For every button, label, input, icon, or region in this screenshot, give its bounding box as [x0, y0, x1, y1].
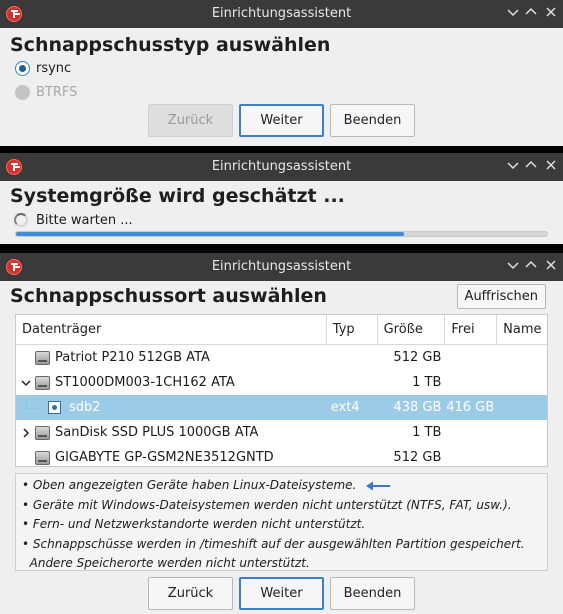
cell-free	[445, 345, 497, 370]
hard-drive-icon	[35, 450, 50, 465]
window-title: Einrichtungsassistent	[211, 159, 352, 174]
device-name: Patriot P210 512GB ATA	[55, 350, 210, 365]
cell-name	[497, 445, 547, 470]
title-bar: Einrichtungsassistent	[0, 253, 563, 281]
cell-device: SanDisk SSD PLUS 1000GB ATA	[16, 420, 327, 445]
minimize-chevron-icon[interactable]	[505, 258, 521, 274]
finish-button[interactable]: Beenden	[330, 577, 415, 610]
cell-size: 438 GB	[393, 400, 442, 415]
maximize-chevron-icon[interactable]	[523, 258, 539, 274]
hard-drive-icon	[35, 425, 50, 440]
cell-free: 416 GB	[446, 400, 495, 415]
column-header-device[interactable]: Datenträger	[16, 315, 327, 345]
cell-free	[445, 445, 497, 470]
cell-size: 1 TB	[412, 375, 442, 390]
note-line: • Oben angezeigten Geräte haben Linux-Da…	[22, 476, 541, 496]
tree-connector	[26, 395, 40, 409]
cell-type	[327, 370, 378, 395]
window-title: Einrichtungsassistent	[211, 6, 352, 21]
table-row[interactable]: SanDisk SSD PLUS 1000GB ATA 1 TB	[16, 420, 547, 445]
table-row[interactable]: GIGABYTE GP-GSM2NE3512GNTD 512 GB	[16, 445, 547, 470]
title-bar: Einrichtungsassistent	[0, 0, 563, 28]
radio-option-btrfs: BTRFS	[0, 80, 563, 104]
wizard-window-estimating: Einrichtungsassistent Systemgröße wird g…	[0, 153, 563, 244]
radio-option-rsync[interactable]: rsync	[0, 56, 563, 80]
device-table: Datenträger Typ Größe Frei Name Patriot …	[15, 314, 548, 467]
radio-label-rsync: rsync	[36, 60, 72, 76]
cell-device: GIGABYTE GP-GSM2NE3512GNTD	[16, 445, 327, 470]
back-button[interactable]: Zurück	[148, 577, 233, 610]
hard-drive-icon	[35, 350, 50, 365]
note-line: • Fern- und Netzwerkstandorte werden nic…	[22, 517, 366, 531]
window-title: Einrichtungsassistent	[211, 259, 352, 274]
column-header-type[interactable]: Typ	[327, 315, 378, 345]
progress-bar-fill	[16, 232, 404, 236]
table-header: Datenträger Typ Größe Frei Name	[16, 315, 547, 345]
page-title: Schnappschusstyp auswählen	[10, 34, 331, 56]
cell-free	[445, 370, 497, 395]
page-title: Systemgröße wird geschätzt ...	[10, 185, 345, 207]
wizard-window-snapshot-type: Einrichtungsassistent Schnappschusstyp a…	[0, 0, 563, 146]
radio-button-rsync[interactable]	[15, 60, 30, 76]
cell-size: 512 GB	[393, 450, 442, 465]
device-name: sdb2	[69, 400, 101, 415]
radio-button-btrfs	[15, 84, 30, 100]
info-notes-box: • Oben angezeigten Geräte haben Linux-Da…	[15, 473, 548, 571]
cell-name	[497, 370, 547, 395]
cell-name	[497, 345, 547, 370]
cell-size: 1 TB	[412, 425, 442, 440]
status-row: Bitte warten ...	[0, 211, 563, 229]
progress-bar	[15, 231, 548, 237]
cell-type	[327, 345, 378, 370]
refresh-button[interactable]: Auffrischen	[456, 284, 546, 309]
device-name: GIGABYTE GP-GSM2NE3512GNTD	[55, 450, 274, 465]
close-icon[interactable]	[543, 5, 559, 21]
partition-icon	[48, 401, 61, 414]
table-row[interactable]: ST1000DM003-1CH162 ATA 1 TB	[16, 370, 547, 395]
device-name: ST1000DM003-1CH162 ATA	[55, 375, 235, 390]
wizard-window-snapshot-location: Einrichtungsassistent Schnappschussort a…	[0, 253, 563, 614]
arrow-left-icon	[366, 481, 391, 491]
cell-device: sdb2	[16, 395, 327, 420]
note-text: • Oben angezeigten Geräte haben Linux-Da…	[22, 478, 357, 492]
chevron-down-icon[interactable]	[19, 370, 33, 395]
maximize-chevron-icon[interactable]	[523, 5, 539, 21]
minimize-chevron-icon[interactable]	[505, 5, 521, 21]
cell-name	[497, 420, 547, 445]
finish-button[interactable]: Beenden	[330, 104, 415, 137]
table-body: Patriot P210 512GB ATA 512 GB ST1000DM003-…	[16, 345, 547, 470]
radio-label-btrfs: BTRFS	[36, 84, 78, 100]
column-header-name[interactable]: Name	[497, 315, 547, 345]
device-name: SanDisk SSD PLUS 1000GB ATA	[55, 425, 259, 440]
table-row[interactable]: sdb2 ext4 438 GB 416 GB	[16, 395, 547, 420]
next-button[interactable]: Weiter	[239, 577, 324, 610]
column-header-size[interactable]: Größe	[378, 315, 446, 345]
back-button: Zurück	[148, 104, 233, 137]
cell-type	[327, 445, 378, 470]
minimize-chevron-icon[interactable]	[505, 158, 521, 174]
title-bar: Einrichtungsassistent	[0, 153, 563, 181]
spinner-icon	[14, 213, 28, 227]
cell-device: ST1000DM003-1CH162 ATA	[16, 370, 327, 395]
status-text: Bitte warten ...	[36, 212, 133, 228]
next-button[interactable]: Weiter	[239, 104, 324, 137]
chevron-right-icon[interactable]	[19, 420, 33, 445]
cell-type: ext4	[330, 400, 360, 415]
table-row[interactable]: Patriot P210 512GB ATA 512 GB	[16, 345, 547, 370]
note-line: Andere Speicherorte werden nicht unterst…	[22, 556, 310, 570]
close-icon[interactable]	[543, 258, 559, 274]
hard-drive-icon	[35, 375, 50, 390]
note-line: • Geräte mit Windows-Dateisystemen werde…	[22, 497, 512, 512]
cell-device: Patriot P210 512GB ATA	[16, 345, 327, 370]
maximize-chevron-icon[interactable]	[523, 158, 539, 174]
cell-free	[445, 420, 497, 445]
cell-name	[497, 395, 547, 420]
note-line: • Schnappschüsse werden in /timeshift au…	[22, 536, 525, 551]
cell-type	[327, 420, 378, 445]
cell-size: 512 GB	[393, 350, 442, 365]
column-header-free[interactable]: Frei	[445, 315, 498, 345]
close-icon[interactable]	[543, 158, 559, 174]
